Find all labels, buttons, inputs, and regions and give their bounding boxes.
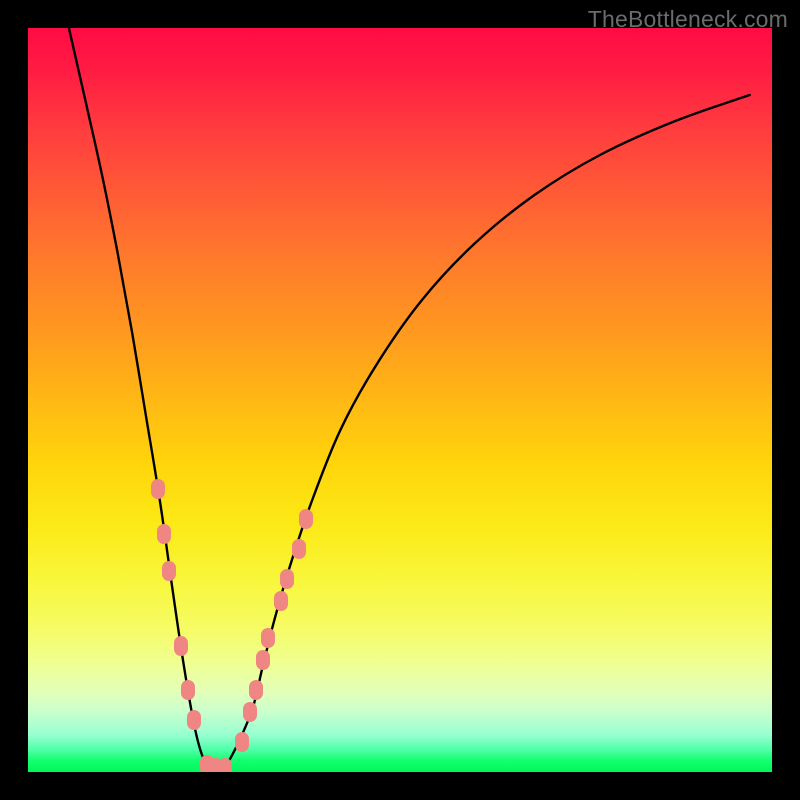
highlight-dot: [174, 636, 188, 656]
plot-area: [28, 28, 772, 772]
chart-frame: TheBottleneck.com: [0, 0, 800, 800]
highlight-dot: [181, 680, 195, 700]
highlight-dot: [151, 479, 165, 499]
highlight-dot: [274, 591, 288, 611]
highlight-dot: [157, 524, 171, 544]
highlight-dot: [256, 650, 270, 670]
highlight-dot: [292, 539, 306, 559]
highlight-dot: [261, 628, 275, 648]
highlight-dot: [162, 561, 176, 581]
highlight-dot: [235, 732, 249, 752]
highlight-dot: [299, 509, 313, 529]
watermark-text: TheBottleneck.com: [588, 6, 788, 33]
highlight-dot: [243, 702, 257, 722]
highlight-dot: [218, 758, 232, 772]
highlight-dot: [249, 680, 263, 700]
curve-svg: [28, 28, 772, 772]
highlight-dot: [187, 710, 201, 730]
bottleneck-curve: [69, 28, 750, 769]
highlight-dot: [280, 569, 294, 589]
